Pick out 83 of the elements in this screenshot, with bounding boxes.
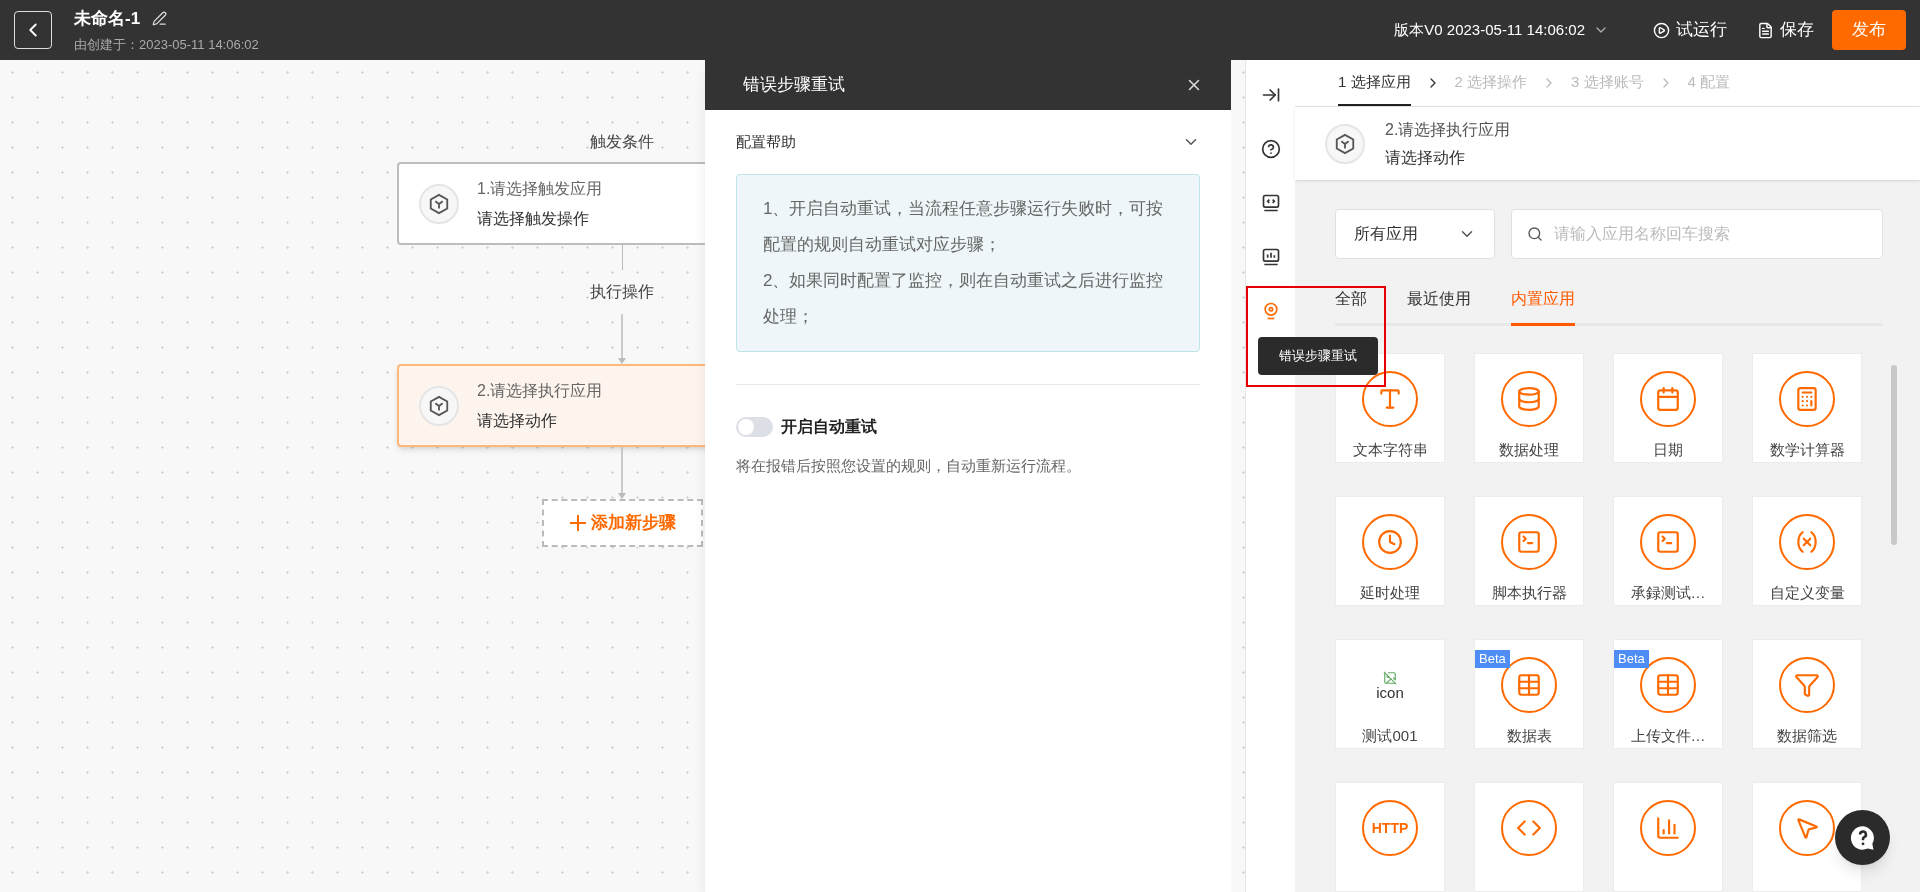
chart-monitor-icon[interactable] [1260,247,1281,267]
flow-node[interactable]: 1.请选择触发应用 请选择触发操作 [397,162,705,245]
app-name: 承録测试… [1630,583,1706,603]
test-run-button[interactable]: 试运行 [1653,17,1727,43]
plus-icon [568,514,587,532]
step-title: 2.请选择执行应用 [1385,119,1511,140]
app-card[interactable]: 数学计算器 [1752,353,1862,463]
calculator-icon [1779,371,1835,427]
trigger-label: 触发条件 [590,132,654,152]
play-icon [1653,21,1670,39]
app-name: 自定义变量 [1769,583,1845,603]
database-icon [1501,371,1557,427]
bar-chart-icon [1640,800,1696,856]
help-section-header[interactable]: 配置帮助 [736,130,1200,154]
terminal-icon [1501,514,1557,570]
search-icon [1527,226,1543,242]
flow-title: 未命名-1 [74,8,141,30]
variable-icon [1779,514,1835,570]
save-button[interactable]: 保存 [1757,17,1814,43]
broken-image-icon [1383,670,1397,685]
collapse-icon[interactable] [1260,85,1281,105]
app-filter-select[interactable]: 所有应用 [1335,209,1495,259]
app-name: 上传文件… [1630,726,1706,746]
help-bubble-icon [1848,823,1877,852]
text-icon [1362,371,1418,427]
tooltip: 错误步骤重试 [1258,337,1378,375]
version-dropdown[interactable]: 版本V0 2023-05-11 14:06:02 [1394,18,1609,42]
flow-node[interactable]: 2.请选择执行应用 请选择动作 [397,364,705,447]
app-card[interactable]: 脚本执行器 [1474,496,1584,606]
help-text: 2、如果同时配置了监控，则在自动重试之后进行监控处理； [763,270,1165,328]
cube-icon [419,183,459,224]
node-subtitle: 请选择动作 [477,410,558,431]
app-card[interactable]: Beta 数据表 [1474,639,1584,749]
code-monitor-icon[interactable] [1260,193,1281,213]
app-card[interactable]: Beta 上传文件… [1613,639,1723,749]
cursor-icon [1779,800,1835,856]
switch-description: 将在报错后按照您设置的规则，自动重新运行流程。 [736,456,1082,476]
app-name: 数学计算器 [1769,440,1845,460]
beta-badge: Beta [1475,650,1510,668]
filter-icon [1779,657,1835,713]
code-icon [1501,800,1557,856]
connector-arrow [618,314,626,364]
app-card[interactable]: 延时处理 [1335,496,1445,606]
step-subtitle: 请选择动作 [1385,147,1466,168]
cube-icon [419,385,459,426]
document-icon [1757,21,1774,39]
cube-icon [1325,123,1365,164]
app-name: 数据表 [1506,726,1552,746]
auto-retry-switch[interactable] [736,417,773,437]
panel-title: 错误步骤重试 [743,74,845,97]
category-tab[interactable]: 全部 [1335,287,1367,326]
image-alt-text: icon [1376,684,1404,700]
beta-badge: Beta [1614,650,1649,668]
clock-icon [1362,514,1418,570]
node-title: 1.请选择触发应用 [477,178,603,199]
app-name: 文本字符串 [1352,440,1428,460]
help-icon[interactable] [1260,139,1281,159]
app-card[interactable]: 自定义变量 [1752,496,1862,606]
edit-icon[interactable] [152,11,168,27]
node-title: 2.请选择执行应用 [477,380,603,401]
http-icon: HTTP [1362,800,1418,856]
back-button[interactable] [14,11,52,49]
app-card[interactable]: 数据筛选 [1752,639,1862,749]
app-name: 延时处理 [1360,583,1420,603]
app-card[interactable]: 日期 [1613,353,1723,463]
app-name: 日期 [1653,440,1683,460]
app-name: 数据筛选 [1777,726,1837,746]
switch-label: 开启自动重试 [781,417,877,437]
app-name: 脚本执行器 [1491,583,1567,603]
help-text: 1、开启自动重试，当流程任意步骤运行失败时，可按配置的规则自动重试对应步骤； [763,198,1165,256]
app-card[interactable]: icon 测试001 [1335,639,1445,749]
node-subtitle: 请选择触发操作 [477,208,590,229]
connector-arrow [618,447,626,499]
action-label: 执行操作 [590,282,654,302]
app-name: 测试001 [1362,726,1418,746]
terminal-icon [1640,514,1696,570]
app-card[interactable]: 数据处理 [1474,353,1584,463]
calendar-icon [1640,371,1696,427]
created-time: 由创建于：2023-05-11 14:06:02 [74,35,259,54]
search-field[interactable]: 请输入应用名称回车搜索 [1511,209,1883,259]
app-card[interactable]: 承録测试… [1613,496,1723,606]
app-name: 数据处理 [1499,440,1559,460]
category-tab[interactable]: 最近使用 [1407,287,1471,326]
